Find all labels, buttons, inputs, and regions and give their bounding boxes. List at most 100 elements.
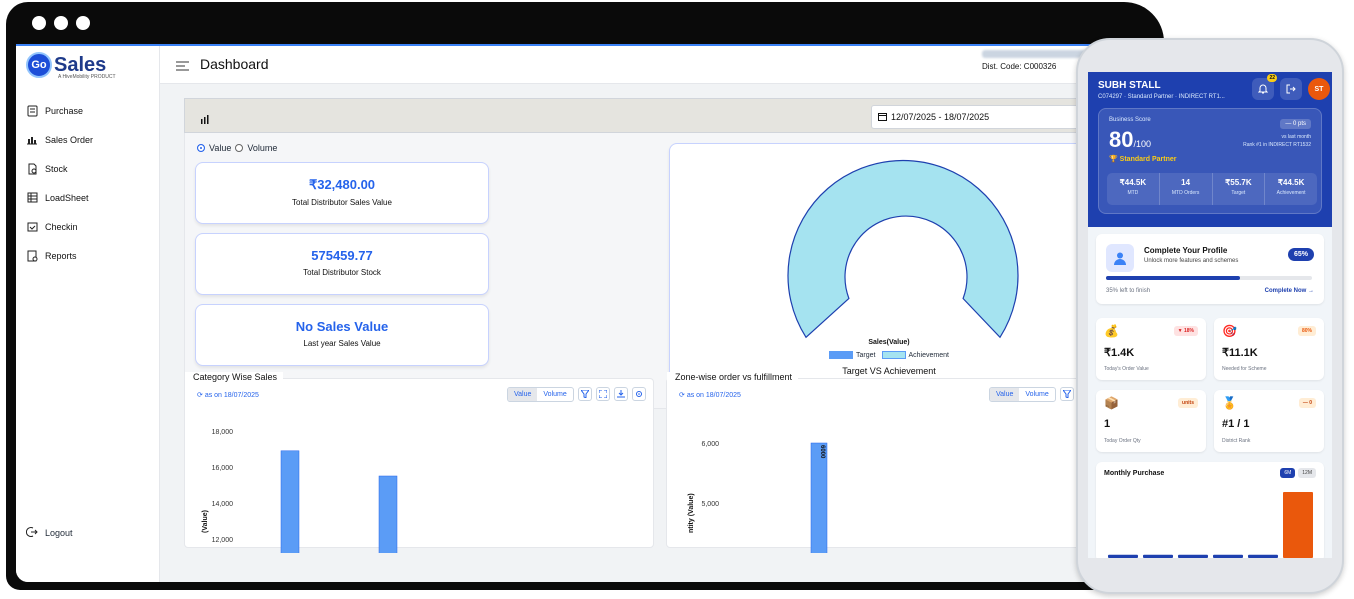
sidebar-item-loadsheet[interactable]: LoadSheet (26, 183, 93, 212)
trophy-icon: 🏆 (1109, 156, 1118, 163)
sidebar-item-reports[interactable]: Reports (26, 241, 93, 270)
score-label: Business Score (1109, 117, 1151, 123)
metric-card-order-qty[interactable]: 📦 units 1 Today Order Qty (1096, 390, 1206, 452)
calendar-icon (878, 112, 887, 123)
window-dot (76, 16, 90, 30)
y-axis-label: (Value) (202, 510, 209, 533)
as-of-date[interactable]: ⟳ as on 18/07/2025 (197, 391, 259, 399)
kpi-label: Total Distributor Stock (303, 268, 381, 277)
logo-mark: Go (26, 52, 52, 78)
hamburger-icon[interactable] (176, 58, 189, 76)
metric-card-scheme[interactable]: 🎯 80% ₹11.1K Needed for Scheme (1214, 318, 1324, 380)
window-dots (32, 16, 90, 30)
chart-tools: Value Volume (507, 387, 646, 402)
document-icon (26, 163, 38, 175)
sidebar-item-label: Reports (45, 250, 77, 261)
monthly-bar (1178, 554, 1208, 558)
stat-label: Achievement (1276, 190, 1306, 196)
bar (810, 442, 828, 553)
profile-percent: 65% (1287, 248, 1314, 261)
stat-label: Target (1231, 190, 1246, 196)
date-range-picker[interactable]: 12/07/2025 - 18/07/2025 (871, 105, 1101, 129)
complete-now-link[interactable]: Complete Now → (1265, 288, 1314, 294)
period-12m[interactable]: 12M (1298, 468, 1316, 478)
stat-value: ₹44.5K (1119, 178, 1147, 187)
as-of-text: as on 18/07/2025 (204, 392, 259, 399)
notification-badge: 22 (1267, 74, 1277, 82)
category-bar-chart: 10,00012,00014,00016,00018,000(Value) (202, 429, 398, 553)
stat-mtd-orders: 14 MTD Orders (1160, 173, 1213, 205)
category-chart-card: Category Wise Sales ⟳ as on 18/07/2025 V… (184, 372, 654, 553)
kpi-value: No Sales Value (295, 319, 389, 334)
as-of-date[interactable]: ⟳ as on 18/07/2025 (679, 391, 741, 399)
legend-swatch (829, 351, 854, 359)
report-icon (26, 250, 38, 262)
legend-target: Target (829, 351, 876, 359)
metric-value: ₹1.4K (1104, 347, 1135, 359)
legend-swatch (881, 351, 906, 359)
progress-fill (1106, 276, 1240, 280)
monthly-bar (1283, 492, 1313, 558)
monthly-bar (1108, 554, 1138, 558)
mobile-header: SUBH STALL C074297 · Standard Partner · … (1088, 72, 1332, 227)
y-tick-label: 16,000 (212, 465, 234, 472)
sidebar-item-label: LoadSheet (45, 192, 89, 203)
zone-bar-chart: 4,0005,0006,000ntity (Value)6000 (688, 441, 828, 553)
avatar[interactable]: ST (1308, 78, 1330, 100)
legend-achievement: Achievement (881, 351, 949, 359)
as-of-text: as on 18/07/2025 (686, 392, 741, 399)
stat-mtd: ₹44.5K MTD (1107, 173, 1160, 205)
browser-frame: Go Sales A HiveMobility PRODUCT Purchase… (6, 2, 1164, 590)
notification-button[interactable]: 22 (1252, 74, 1277, 100)
monthly-bar (1248, 554, 1278, 558)
exit-button[interactable] (1280, 78, 1302, 100)
settings-icon[interactable] (631, 387, 646, 401)
sidebar-nav: Purchase Sales Order Stock LoadSheet Che… (26, 96, 93, 270)
logout-button[interactable]: Logout (26, 526, 73, 540)
seg-value[interactable]: Value (990, 388, 1020, 401)
logout-label: Logout (45, 528, 73, 538)
profile-title: Complete Your Profile (1144, 246, 1228, 255)
bar (280, 450, 300, 553)
mobile-screen: SUBH STALL C074297 · Standard Partner · … (1088, 72, 1332, 558)
sidebar-item-checkin[interactable]: Checkin (26, 212, 93, 241)
kpi-label: Total Distributor Sales Value (292, 198, 392, 207)
monthly-bar (1213, 554, 1243, 558)
seg-volume[interactable]: Volume (1019, 388, 1054, 401)
filter-icon[interactable] (577, 387, 592, 401)
score-value: 80/100 (1109, 127, 1151, 153)
gauge-achievement-arc (787, 159, 1019, 339)
y-tick-label: 6,000 (701, 441, 719, 448)
value-radio[interactable] (197, 144, 205, 152)
stat-label: MTD Orders (1171, 190, 1200, 196)
value-volume-toggle: Value Volume (507, 387, 574, 402)
metric-label: District Rank (1222, 438, 1251, 444)
filter-toolbar: 12/07/2025 - 18/07/2025 (184, 98, 1162, 133)
sidebar-item-stock[interactable]: Stock (26, 154, 93, 183)
score-max: /100 (1133, 139, 1152, 149)
download-icon[interactable] (613, 387, 628, 401)
metric-card-district-rank[interactable]: 🏅 — 0 #1 / 1 District Rank (1214, 390, 1324, 452)
date-range-value: 12/07/2025 - 18/07/2025 (891, 112, 990, 122)
kpi-value: 575459.77 (311, 248, 373, 263)
seg-value[interactable]: Value (508, 388, 538, 401)
gauge-chart (787, 159, 1019, 339)
app-screen: Go Sales A HiveMobility PRODUCT Purchase… (16, 44, 1162, 582)
sidebar-item-purchase[interactable]: Purchase (26, 96, 93, 125)
filter-icon[interactable] (1059, 387, 1074, 401)
y-tick-label: 5,000 (701, 501, 719, 508)
package-icon: 📦 (1104, 396, 1119, 410)
metric-label: Today Order Qty (1104, 438, 1141, 444)
seg-volume[interactable]: Volume (537, 388, 572, 401)
window-dot (54, 16, 68, 30)
kpi-value: ₹32,480.00 (308, 177, 376, 192)
bar-chart-icon[interactable] (201, 111, 210, 129)
sidebar-item-label: Sales Order (45, 134, 94, 145)
store-subtitle: C074297 · Standard Partner · INDIRECT RT… (1098, 94, 1225, 100)
metric-card-order-value[interactable]: 💰 ▼ 18% ₹1.4K Today's Order Value (1096, 318, 1206, 380)
fullscreen-icon[interactable] (595, 387, 610, 401)
period-6m[interactable]: 6M (1280, 468, 1296, 478)
volume-radio[interactable] (235, 144, 244, 152)
logo-tagline: A HiveMobility PRODUCT (58, 74, 116, 80)
sidebar-item-sales-order[interactable]: Sales Order (26, 125, 93, 154)
